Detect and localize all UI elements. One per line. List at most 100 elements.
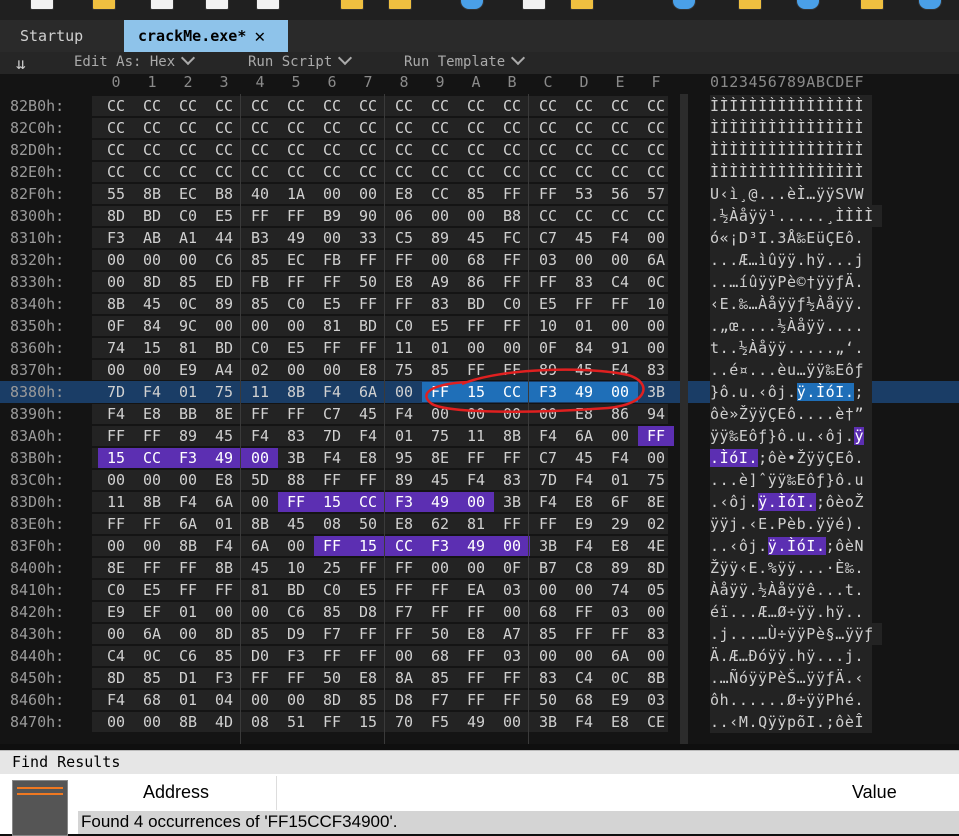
hex-byte[interactable]: 6A — [638, 250, 674, 270]
ascii-text[interactable]: éï...Æ…Ø÷ÿÿ.hÿ.. — [710, 601, 873, 623]
ascii-text[interactable]: ...Æ…ìûÿÿ.hÿ...j — [710, 249, 873, 271]
hex-byte[interactable]: 00 — [242, 690, 278, 710]
hex-byte[interactable]: C7 — [314, 404, 350, 424]
hex-byte[interactable]: F3 — [98, 228, 134, 248]
hex-byte[interactable]: 70 — [386, 712, 422, 732]
hex-byte[interactable]: 11 — [386, 338, 422, 358]
hex-byte[interactable]: 00 — [98, 712, 134, 732]
ascii-text[interactable]: ..‹M.QÿÿpõI.;ôèÎ — [710, 711, 873, 733]
hex-byte[interactable]: A4 — [206, 360, 242, 380]
hex-byte[interactable]: CC — [530, 118, 566, 138]
hex-row[interactable]: 83A0h: FF FF 89 45 F4 83 7D F4 01 75 11 8B F4 6A 00 FF ÿÿ… — [0, 425, 959, 447]
hex-byte[interactable]: FF — [422, 580, 458, 600]
hex-byte[interactable]: 44 — [206, 228, 242, 248]
hex-byte[interactable]: 11 — [242, 382, 278, 402]
hex-byte[interactable]: 83 — [494, 470, 530, 490]
hex-byte[interactable]: 75 — [638, 470, 674, 490]
hex-byte[interactable]: 00 — [494, 338, 530, 358]
hex-byte[interactable]: 0F — [494, 558, 530, 578]
hex-byte[interactable]: CC — [386, 140, 422, 160]
run-script-dropdown[interactable]: Run Script — [248, 50, 353, 70]
hex-row[interactable]: 8420h: E9 EF 01 00 00 C6 85 D8 F7 FF FF 00 68 FF 03 00 éï… — [0, 601, 959, 623]
hex-byte[interactable]: CC — [530, 140, 566, 160]
hex-byte[interactable]: CC — [170, 162, 206, 182]
hex-byte[interactable]: CC — [350, 140, 386, 160]
hex-byte[interactable]: C4 — [602, 272, 638, 292]
hex-byte[interactable]: 15 — [458, 382, 494, 402]
hex-byte[interactable]: 68 — [422, 646, 458, 666]
hex-byte[interactable]: F4 — [566, 470, 602, 490]
hex-byte[interactable]: 85 — [458, 184, 494, 204]
hex-byte[interactable]: 10 — [638, 294, 674, 314]
hex-byte[interactable]: 85 — [422, 668, 458, 688]
hex-row[interactable]: 8450h: 8D 85 D1 F3 FF FF 50 E8 8A 85 FF FF 83 C4 0C 8B.…… — [0, 667, 959, 689]
hex-byte[interactable]: 10 — [278, 558, 314, 578]
hex-byte[interactable]: 00 — [422, 404, 458, 424]
hex-byte[interactable]: 45 — [278, 514, 314, 534]
hex-byte[interactable]: C4 — [98, 646, 134, 666]
hex-byte[interactable]: BD — [206, 338, 242, 358]
hex-byte[interactable]: 11 — [458, 426, 494, 446]
hex-byte[interactable]: 50 — [350, 272, 386, 292]
hex-byte[interactable]: 8D — [98, 668, 134, 688]
hex-byte[interactable]: A1 — [170, 228, 206, 248]
hex-row[interactable]: 8410h: C0 E5 FF FF 81 BD C0 E5 FF FF EA 03 00 00 74 05 Àå… — [0, 579, 959, 601]
hex-byte[interactable]: E5 — [206, 206, 242, 226]
hex-byte[interactable]: CC — [206, 162, 242, 182]
ascii-text[interactable]: ÿÿ‰Eôƒ}ô.u.‹ôj.ÿ — [710, 425, 873, 447]
hex-byte[interactable]: CC — [494, 382, 530, 402]
hex-byte[interactable]: 15 — [350, 536, 386, 556]
hex-byte[interactable]: 45 — [458, 228, 494, 248]
hex-byte[interactable]: 3B — [638, 382, 674, 402]
hex-byte[interactable]: 00 — [278, 316, 314, 336]
hex-editor[interactable]: 0123456789ABCDEF 0123456789ABCDEF 82B0h:… — [0, 74, 959, 744]
hex-byte[interactable]: 04 — [206, 690, 242, 710]
hex-byte[interactable]: FF — [278, 668, 314, 688]
hex-byte[interactable]: 6A — [566, 426, 602, 446]
hex-byte[interactable]: CC — [422, 118, 458, 138]
hex-byte[interactable]: CC — [98, 96, 134, 116]
hex-byte[interactable]: 11 — [98, 492, 134, 512]
hex-byte[interactable]: 00 — [314, 184, 350, 204]
hex-byte[interactable]: ED — [206, 272, 242, 292]
hex-byte[interactable]: CC — [494, 162, 530, 182]
hex-byte[interactable]: CC — [638, 162, 674, 182]
ascii-text[interactable]: .ÌóI.;ôè•ŽÿÿÇEô. — [710, 447, 873, 469]
hex-byte[interactable]: 89 — [422, 228, 458, 248]
hex-byte[interactable]: E8 — [134, 404, 170, 424]
hex-byte[interactable]: CC — [170, 118, 206, 138]
hex-byte[interactable]: FF — [278, 272, 314, 292]
hex-byte[interactable]: 25 — [314, 558, 350, 578]
hex-byte[interactable]: E8 — [566, 492, 602, 512]
hex-byte[interactable]: 00 — [566, 250, 602, 270]
hex-byte[interactable]: F7 — [314, 624, 350, 644]
column-address[interactable]: Address — [143, 782, 209, 803]
hex-byte[interactable]: CC — [242, 140, 278, 160]
hex-byte[interactable]: CC — [566, 140, 602, 160]
find-icon[interactable] — [738, 0, 762, 10]
hex-byte[interactable]: CC — [458, 118, 494, 138]
hex-byte[interactable]: 8E — [422, 448, 458, 468]
hex-byte[interactable]: FF — [638, 426, 674, 446]
hex-row[interactable]: 8340h: 8B 45 0C 89 85 C0 E5 FF FF 83 BD C0 E5 FF FF 10 ‹E… — [0, 293, 959, 315]
hex-byte[interactable]: B3 — [242, 228, 278, 248]
hex-byte[interactable]: CC — [530, 206, 566, 226]
hex-byte[interactable]: 86 — [458, 272, 494, 292]
ascii-text[interactable]: ÌÌÌÌÌÌÌÌÌÌÌÌÌÌÌÌ — [710, 161, 873, 183]
ascii-text[interactable]: .‹ôj.ÿ.ÌóI.;ôèoŽ — [710, 491, 873, 513]
hex-byte[interactable]: 01 — [422, 338, 458, 358]
hex-byte[interactable]: 94 — [638, 404, 674, 424]
hex-byte[interactable]: C7 — [530, 448, 566, 468]
hex-byte[interactable]: CC — [422, 184, 458, 204]
hex-byte[interactable]: 45 — [422, 470, 458, 490]
hex-byte[interactable]: 8B — [134, 492, 170, 512]
hex-byte[interactable]: FF — [386, 558, 422, 578]
hex-byte[interactable]: FF — [386, 250, 422, 270]
hex-byte[interactable]: 00 — [98, 470, 134, 490]
close-tab-icon[interactable]: ✕ — [254, 26, 265, 47]
hex-byte[interactable]: FB — [314, 250, 350, 270]
hex-byte[interactable]: 08 — [314, 514, 350, 534]
hex-byte[interactable]: 15 — [134, 338, 170, 358]
hex-byte[interactable]: 00 — [602, 382, 638, 402]
hex-byte[interactable]: 15 — [350, 712, 386, 732]
